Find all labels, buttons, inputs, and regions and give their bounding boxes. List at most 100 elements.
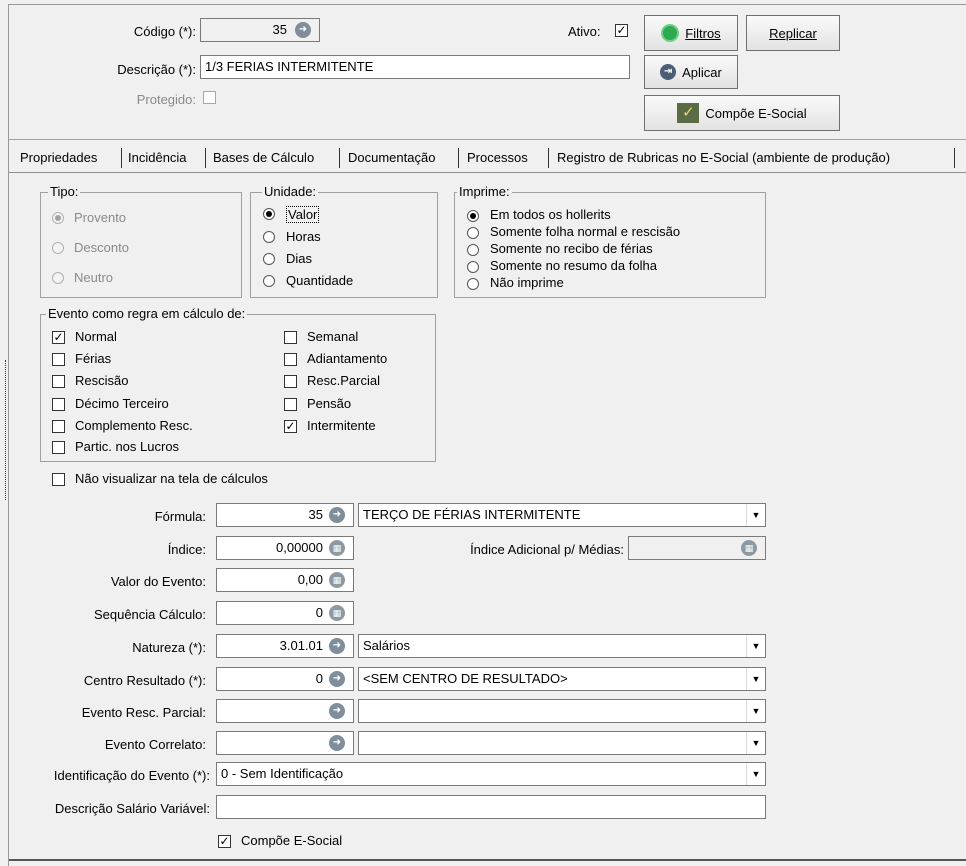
evento-decimo-terceiro-checkbox[interactable]: [52, 398, 65, 411]
evento-semanal-checkbox[interactable]: [284, 331, 297, 344]
evento-decimo-terceiro-label: Décimo Terceiro: [75, 396, 169, 411]
compoe-esocial-checkbox[interactable]: ✓: [218, 835, 231, 848]
evento-normal-checkbox[interactable]: ✓: [52, 331, 65, 344]
unidade-horas-label: Horas: [286, 229, 321, 244]
evento-title: Evento como regra em cálculo de:: [46, 306, 248, 321]
imprime-nao-imprime-label: Não imprime: [490, 275, 564, 290]
tab-separator: [339, 148, 340, 168]
resc-parcial-lookup-icon[interactable]: ➜: [329, 703, 345, 719]
codigo-lookup-icon[interactable]: ➜: [295, 22, 311, 38]
centro-code-field[interactable]: 0 ➜: [216, 667, 354, 691]
imprime-recibo-ferias-radio[interactable]: [467, 244, 479, 256]
nao-visualizar-label: Não visualizar na tela de cálculos: [75, 471, 268, 486]
identificacao-select[interactable]: 0 - Sem Identificação ▼: [216, 762, 766, 786]
nao-visualizar-checkbox[interactable]: [52, 473, 65, 486]
formula-code-field[interactable]: 35 ➜: [216, 503, 354, 527]
descricao-input[interactable]: 1/3 FERIAS INTERMITENTE: [200, 55, 630, 79]
ativo-checkbox[interactable]: ✓: [615, 24, 628, 37]
tipo-provento-radio[interactable]: [52, 212, 64, 224]
compoe-esocial-check-label: Compõe E-Social: [241, 833, 343, 848]
evento-intermitente-checkbox[interactable]: ✓: [284, 420, 297, 433]
desc-salario-input[interactable]: [216, 795, 766, 819]
tab-registro-rubricas[interactable]: Registro de Rubricas no E-Social (ambien…: [557, 146, 890, 170]
evento-complemento-resc-checkbox[interactable]: [52, 420, 65, 433]
tipo-neutro-radio[interactable]: [52, 272, 64, 284]
evento-intermitente-label: Intermitente: [307, 418, 376, 433]
protegido-checkbox[interactable]: [203, 91, 216, 104]
imprime-resumo-folha-label: Somente no resumo da folha: [490, 258, 657, 273]
natureza-code-field[interactable]: 3.01.01 ➜: [216, 634, 354, 658]
centro-select[interactable]: <SEM CENTRO DE RESULTADO> ▼: [358, 667, 766, 691]
formula-dropdown-icon[interactable]: ▼: [746, 504, 765, 526]
natureza-dropdown-icon[interactable]: ▼: [746, 635, 765, 657]
resc-parcial-dropdown-icon[interactable]: ▼: [746, 700, 765, 722]
descricao-value: 1/3 FERIAS INTERMITENTE: [205, 59, 374, 74]
indice-adicional-calculator-icon[interactable]: ▦: [741, 540, 757, 556]
imprime-todos-radio[interactable]: [467, 210, 479, 222]
tab-bases-calculo[interactable]: Bases de Cálculo: [213, 146, 314, 170]
splitter-handle[interactable]: [0, 360, 6, 500]
unidade-quantidade-label: Quantidade: [286, 273, 354, 288]
tab-documentacao[interactable]: Documentação: [348, 146, 435, 170]
evento-resc-parcial-checkbox[interactable]: [284, 375, 297, 388]
imprime-title: Imprime:: [457, 184, 512, 199]
imprime-resumo-folha-radio[interactable]: [467, 261, 479, 273]
sequencia-field[interactable]: 0 ▦: [216, 601, 354, 625]
formula-desc-value: TERÇO DE FÉRIAS INTERMITENTE: [363, 507, 581, 522]
formula-lookup-icon[interactable]: ➜: [329, 507, 345, 523]
codigo-field[interactable]: 35 ➜: [200, 18, 320, 42]
evento-pensao-checkbox[interactable]: [284, 398, 297, 411]
indice-calculator-icon[interactable]: ▦: [329, 540, 345, 556]
resc-parcial-code-field[interactable]: ➜: [216, 699, 354, 723]
tipo-desconto-label: Desconto: [74, 240, 129, 255]
descricao-label: Descrição (*):: [117, 62, 196, 77]
sequencia-calculator-icon[interactable]: ▦: [329, 605, 345, 621]
formula-select[interactable]: TERÇO DE FÉRIAS INTERMITENTE ▼: [358, 503, 766, 527]
tipo-title: Tipo:: [48, 184, 81, 199]
unidade-dias-label: Dias: [286, 251, 313, 266]
valor-evento-calculator-icon[interactable]: ▦: [329, 572, 345, 588]
unidade-valor-radio[interactable]: [263, 208, 275, 220]
correlato-lookup-icon[interactable]: ➜: [329, 735, 345, 751]
tab-propriedades[interactable]: Propriedades: [20, 146, 97, 170]
evento-correlato-label: Evento Correlato:: [104, 737, 206, 752]
correlato-code-field[interactable]: ➜: [216, 731, 354, 755]
imprime-nao-imprime-radio[interactable]: [467, 278, 479, 290]
resc-parcial-select[interactable]: ▼: [358, 699, 766, 723]
tipo-desconto-radio[interactable]: [52, 242, 64, 254]
correlato-select[interactable]: ▼: [358, 731, 766, 755]
tab-strip-bottom-border: [9, 172, 966, 173]
identificacao-dropdown-icon[interactable]: ▼: [746, 763, 765, 785]
tab-incidencia[interactable]: Incidência: [128, 146, 187, 170]
evento-partic-lucros-checkbox[interactable]: [52, 441, 65, 454]
tipo-group: [40, 192, 242, 298]
tab-processos[interactable]: Processos: [467, 146, 528, 170]
centro-dropdown-icon[interactable]: ▼: [746, 668, 765, 690]
correlato-dropdown-icon[interactable]: ▼: [746, 732, 765, 754]
unidade-dias-radio[interactable]: [263, 253, 275, 265]
compoe-esocial-button[interactable]: ✓ Compõe E-Social: [644, 95, 840, 131]
unidade-horas-radio[interactable]: [263, 231, 275, 243]
replicar-button[interactable]: Replicar: [746, 15, 840, 51]
unidade-quantidade-radio[interactable]: [263, 275, 275, 287]
unidade-title: Unidade:: [262, 184, 319, 199]
indice-adicional-field[interactable]: ▦: [628, 536, 766, 560]
evento-adiantamento-label: Adiantamento: [307, 351, 388, 366]
centro-lookup-icon[interactable]: ➜: [329, 671, 345, 687]
aplicar-icon: ⇥: [660, 64, 677, 80]
aplicar-button[interactable]: ⇥ Aplicar: [644, 55, 738, 89]
imprime-folha-normal-radio[interactable]: [467, 227, 479, 239]
indice-field[interactable]: 0,00000 ▦: [216, 536, 354, 560]
natureza-select[interactable]: Salários ▼: [358, 634, 766, 658]
identificacao-value: 0 - Sem Identificação: [221, 766, 344, 781]
natureza-lookup-icon[interactable]: ➜: [329, 638, 345, 654]
codigo-label: Código (*):: [133, 24, 196, 39]
imprime-folha-normal-label: Somente folha normal e rescisão: [490, 224, 681, 239]
evento-rescisao-checkbox[interactable]: [52, 375, 65, 388]
evento-adiantamento-checkbox[interactable]: [284, 353, 297, 366]
evento-ferias-checkbox[interactable]: [52, 353, 65, 366]
valor-evento-field[interactable]: 0,00 ▦: [216, 568, 354, 592]
evento-resc-parcial-label: Evento Resc. Parcial:: [81, 705, 206, 720]
sequencia-value: 0: [315, 605, 323, 620]
filtros-button[interactable]: Filtros: [644, 15, 738, 51]
